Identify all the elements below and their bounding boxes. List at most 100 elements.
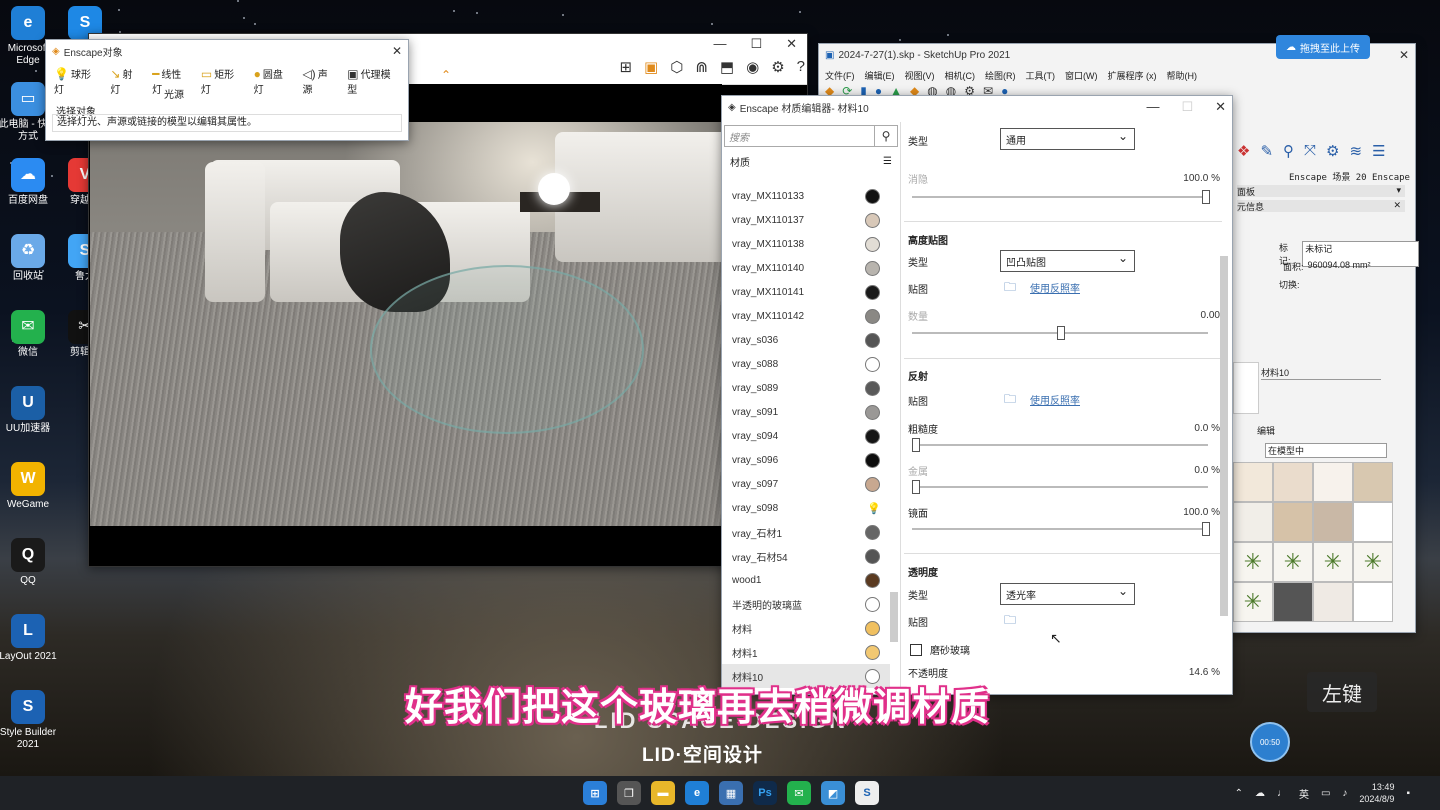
store-icon[interactable]: ▦: [719, 781, 743, 805]
list-item[interactable]: vray_s098 💡: [722, 496, 890, 520]
frosted-checkbox[interactable]: [910, 643, 922, 656]
menu-item[interactable]: 帮助(H): [1167, 69, 1198, 82]
list-item[interactable]: vray_s094: [722, 424, 890, 448]
export-icon[interactable]: ⬒: [720, 58, 734, 76]
rough-slider[interactable]: [912, 438, 1208, 452]
menu-item[interactable]: 编辑(E): [865, 69, 895, 82]
minimize-icon[interactable]: —: [713, 36, 726, 52]
list-item[interactable]: vray_s097: [722, 472, 890, 496]
material-thumbnail[interactable]: ✳: [1273, 542, 1313, 582]
list-item[interactable]: 材料1: [722, 640, 890, 664]
amount-slider-handle[interactable]: [1057, 326, 1065, 340]
list-item[interactable]: 材料: [722, 616, 890, 640]
ime-lang[interactable]: 英: [1299, 786, 1309, 801]
desktop-icon[interactable]: Q QQ: [0, 538, 59, 587]
trans-type-select[interactable]: 透光率: [1000, 583, 1135, 605]
list-item[interactable]: vray_s096: [722, 448, 890, 472]
maximize-icon[interactable]: ☐: [1181, 99, 1193, 115]
material-thumbnail[interactable]: ✳: [1233, 582, 1273, 622]
edge-icon[interactable]: e: [685, 781, 709, 805]
list-item[interactable]: vray_s089: [722, 376, 890, 400]
menu-item[interactable]: 相机(C): [945, 69, 976, 82]
settings-icon[interactable]: ⚙: [771, 58, 784, 76]
tool-spot-light[interactable]: ↘ 射灯: [110, 66, 142, 96]
upload-button[interactable]: ☁ 拖拽至此上传: [1276, 35, 1370, 59]
height-folder-icon[interactable]: 🗀: [1004, 278, 1016, 299]
collapse-icon[interactable]: ⌃: [441, 68, 451, 82]
props-scrollbar[interactable]: [1220, 256, 1228, 616]
task-view-icon[interactable]: ❐: [617, 781, 641, 805]
material-thumbnail[interactable]: ✳: [1313, 542, 1353, 582]
recording-timer[interactable]: 00:50: [1250, 722, 1290, 762]
use-albedo-link[interactable]: 使用反照率: [1030, 280, 1080, 295]
cube-icon[interactable]: ⬡: [670, 58, 683, 76]
explorer-icon[interactable]: ▬: [651, 781, 675, 805]
list-item[interactable]: vray_s091: [722, 400, 890, 424]
stack-icon[interactable]: ☰: [1372, 142, 1385, 160]
menu-item[interactable]: 绘图(R): [985, 69, 1016, 82]
glass-table[interactable]: [370, 265, 644, 434]
material-thumbnail[interactable]: [1313, 502, 1353, 542]
fade-slider-handle[interactable]: [1202, 190, 1210, 204]
specular-slider-handle[interactable]: [1202, 522, 1210, 536]
menu-item[interactable]: 窗口(W): [1065, 69, 1098, 82]
specular-slider[interactable]: [912, 522, 1210, 536]
use-albedo-link[interactable]: 使用反照率: [1030, 392, 1080, 407]
map-icon[interactable]: ⊞: [619, 58, 632, 76]
trans-folder-icon[interactable]: 🗀: [1004, 611, 1016, 632]
metal-slider-handle[interactable]: [912, 480, 920, 494]
volume-icon[interactable]: ♪: [1342, 788, 1347, 799]
list-item[interactable]: vray_MX110142: [722, 304, 890, 328]
desktop-icon[interactable]: ☁ 百度网盘: [0, 158, 59, 207]
edit-tab[interactable]: 编辑: [1257, 424, 1275, 437]
material-thumbnail[interactable]: [1233, 502, 1273, 542]
material-thumbnail[interactable]: [1273, 502, 1313, 542]
height-type-select[interactable]: 凹凸贴图: [1000, 250, 1135, 272]
in-model-select[interactable]: 在模型中: [1265, 443, 1387, 458]
pencil-icon[interactable]: ✎: [1260, 142, 1273, 160]
minimize-icon[interactable]: —: [1146, 99, 1159, 115]
material-thumbnail[interactable]: [1273, 582, 1313, 622]
menu-item[interactable]: 文件(F): [825, 69, 855, 82]
photos-icon[interactable]: ◩: [821, 781, 845, 805]
material-thumbnail[interactable]: ✳: [1353, 542, 1393, 582]
list-item[interactable]: vray_MX110138: [722, 232, 890, 256]
list-item[interactable]: vray_MX110137: [722, 208, 890, 232]
help-icon[interactable]: ?: [797, 58, 805, 76]
list-item[interactable]: vray_s088: [722, 352, 890, 376]
layers-icon[interactable]: ≋: [1350, 142, 1363, 160]
chevron-up-icon[interactable]: ⌃: [1235, 788, 1243, 799]
tool-disk-light[interactable]: ● 圆盘灯: [254, 66, 293, 96]
sketchup-taskbar-icon[interactable]: S: [855, 781, 879, 805]
tool-sound[interactable]: ◁) 声源: [302, 66, 337, 96]
notification-icon[interactable]: ▪: [1406, 788, 1410, 799]
list-item[interactable]: vray_MX110141: [722, 280, 890, 304]
material-thumbnail[interactable]: [1353, 462, 1393, 502]
start-icon[interactable]: ⊞: [583, 781, 607, 805]
menu-item[interactable]: 工具(T): [1026, 69, 1056, 82]
close-icon[interactable]: ✕: [1215, 99, 1226, 115]
list-item[interactable]: wood1: [722, 568, 890, 592]
paint-icon[interactable]: ❖: [1237, 142, 1250, 160]
material-name-field[interactable]: 材料10: [1261, 366, 1381, 380]
desktop-icon[interactable]: ♻ 回收站: [0, 234, 59, 283]
maximize-icon[interactable]: ☐: [750, 36, 762, 52]
material-thumbnail[interactable]: [1233, 462, 1273, 502]
material-thumbnail[interactable]: [1313, 582, 1353, 622]
desktop-icon[interactable]: S Style Builder 2021: [0, 690, 59, 751]
material-thumbnail[interactable]: [1313, 462, 1353, 502]
tool-rect-light[interactable]: ▭ 矩形灯: [201, 66, 244, 96]
reflect-folder-icon[interactable]: 🗀: [1004, 390, 1016, 411]
network-icon[interactable]: ▭: [1321, 788, 1330, 799]
clock[interactable]: 13:49 2024/8/9: [1359, 781, 1394, 805]
metal-slider[interactable]: [912, 480, 1208, 494]
fade-slider[interactable]: [912, 190, 1210, 204]
close-icon[interactable]: ✕: [392, 44, 402, 58]
photoshop-icon[interactable]: Ps: [753, 781, 777, 805]
close-panel2-icon[interactable]: ✕: [1393, 200, 1401, 211]
list-scrollbar[interactable]: [890, 592, 898, 642]
material-thumbnail[interactable]: [1353, 502, 1393, 542]
library-icon[interactable]: ⋒: [695, 58, 708, 76]
tool-sphere-light[interactable]: 💡 球形灯: [54, 66, 100, 96]
list-item[interactable]: vray_MX110140: [722, 256, 890, 280]
